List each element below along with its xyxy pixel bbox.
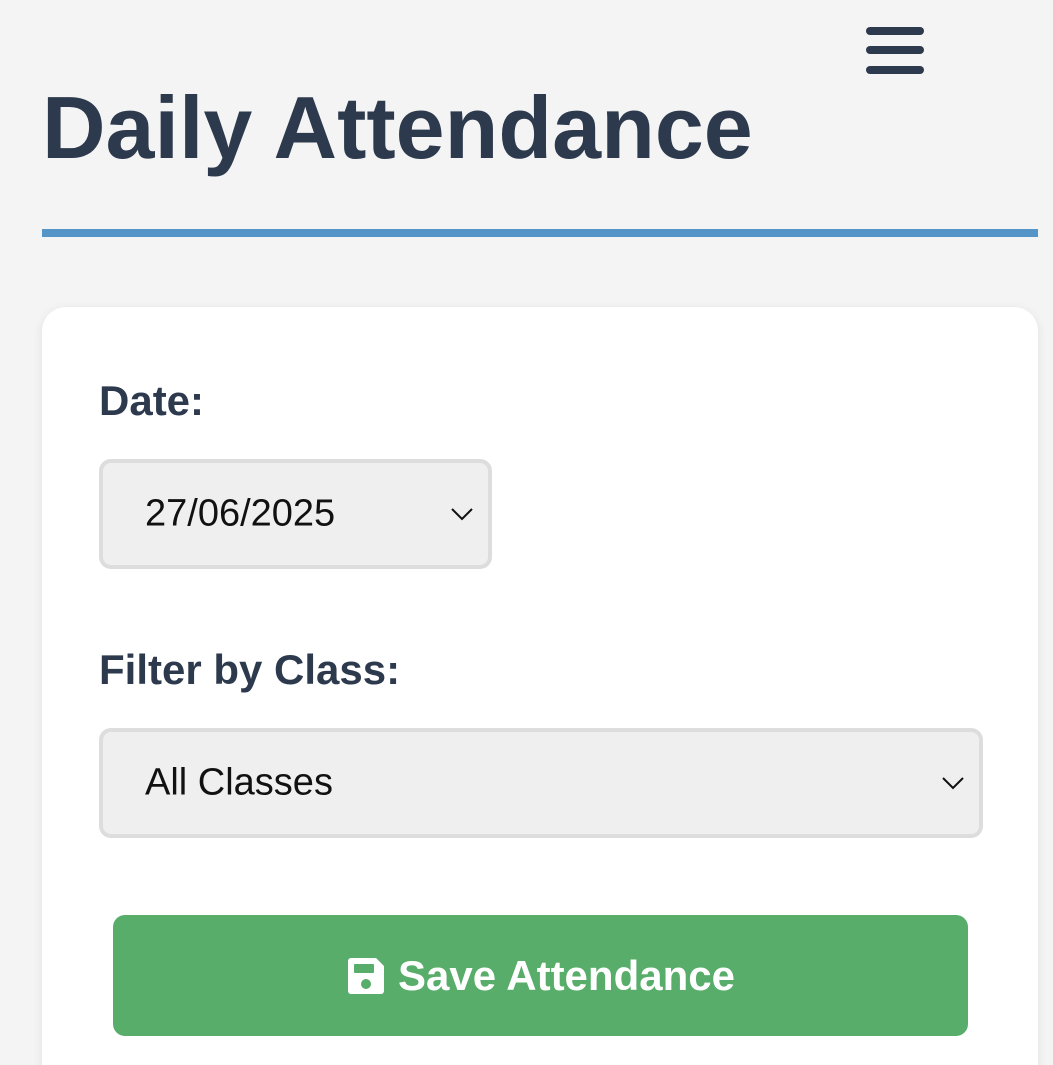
page-title: Daily Attendance (42, 78, 753, 177)
date-select[interactable]: 27/06/2025 (99, 459, 492, 569)
menu-bar-top (866, 27, 924, 35)
menu-bar-bottom (866, 66, 924, 74)
date-label: Date: (99, 377, 205, 424)
hamburger-menu-icon[interactable] (862, 24, 928, 82)
page: Daily Attendance Date: 27/06/2025 Filter… (0, 0, 1053, 1065)
title-divider (42, 229, 1038, 237)
class-filter-select[interactable]: All Classes (99, 728, 983, 838)
attendance-card: Date: 27/06/2025 Filter by Class: All Cl… (42, 307, 1038, 1065)
class-filter-value: All Classes (145, 761, 333, 804)
chevron-down-icon (451, 508, 473, 521)
save-button-label: Save Attendance (398, 951, 735, 999)
class-filter-label: Filter by Class: (99, 646, 401, 693)
floppy-disk-icon (348, 957, 385, 994)
menu-bar-middle (866, 46, 924, 54)
chevron-down-icon (942, 777, 964, 790)
date-value: 27/06/2025 (145, 492, 336, 535)
save-attendance-button[interactable]: Save Attendance (113, 915, 968, 1036)
